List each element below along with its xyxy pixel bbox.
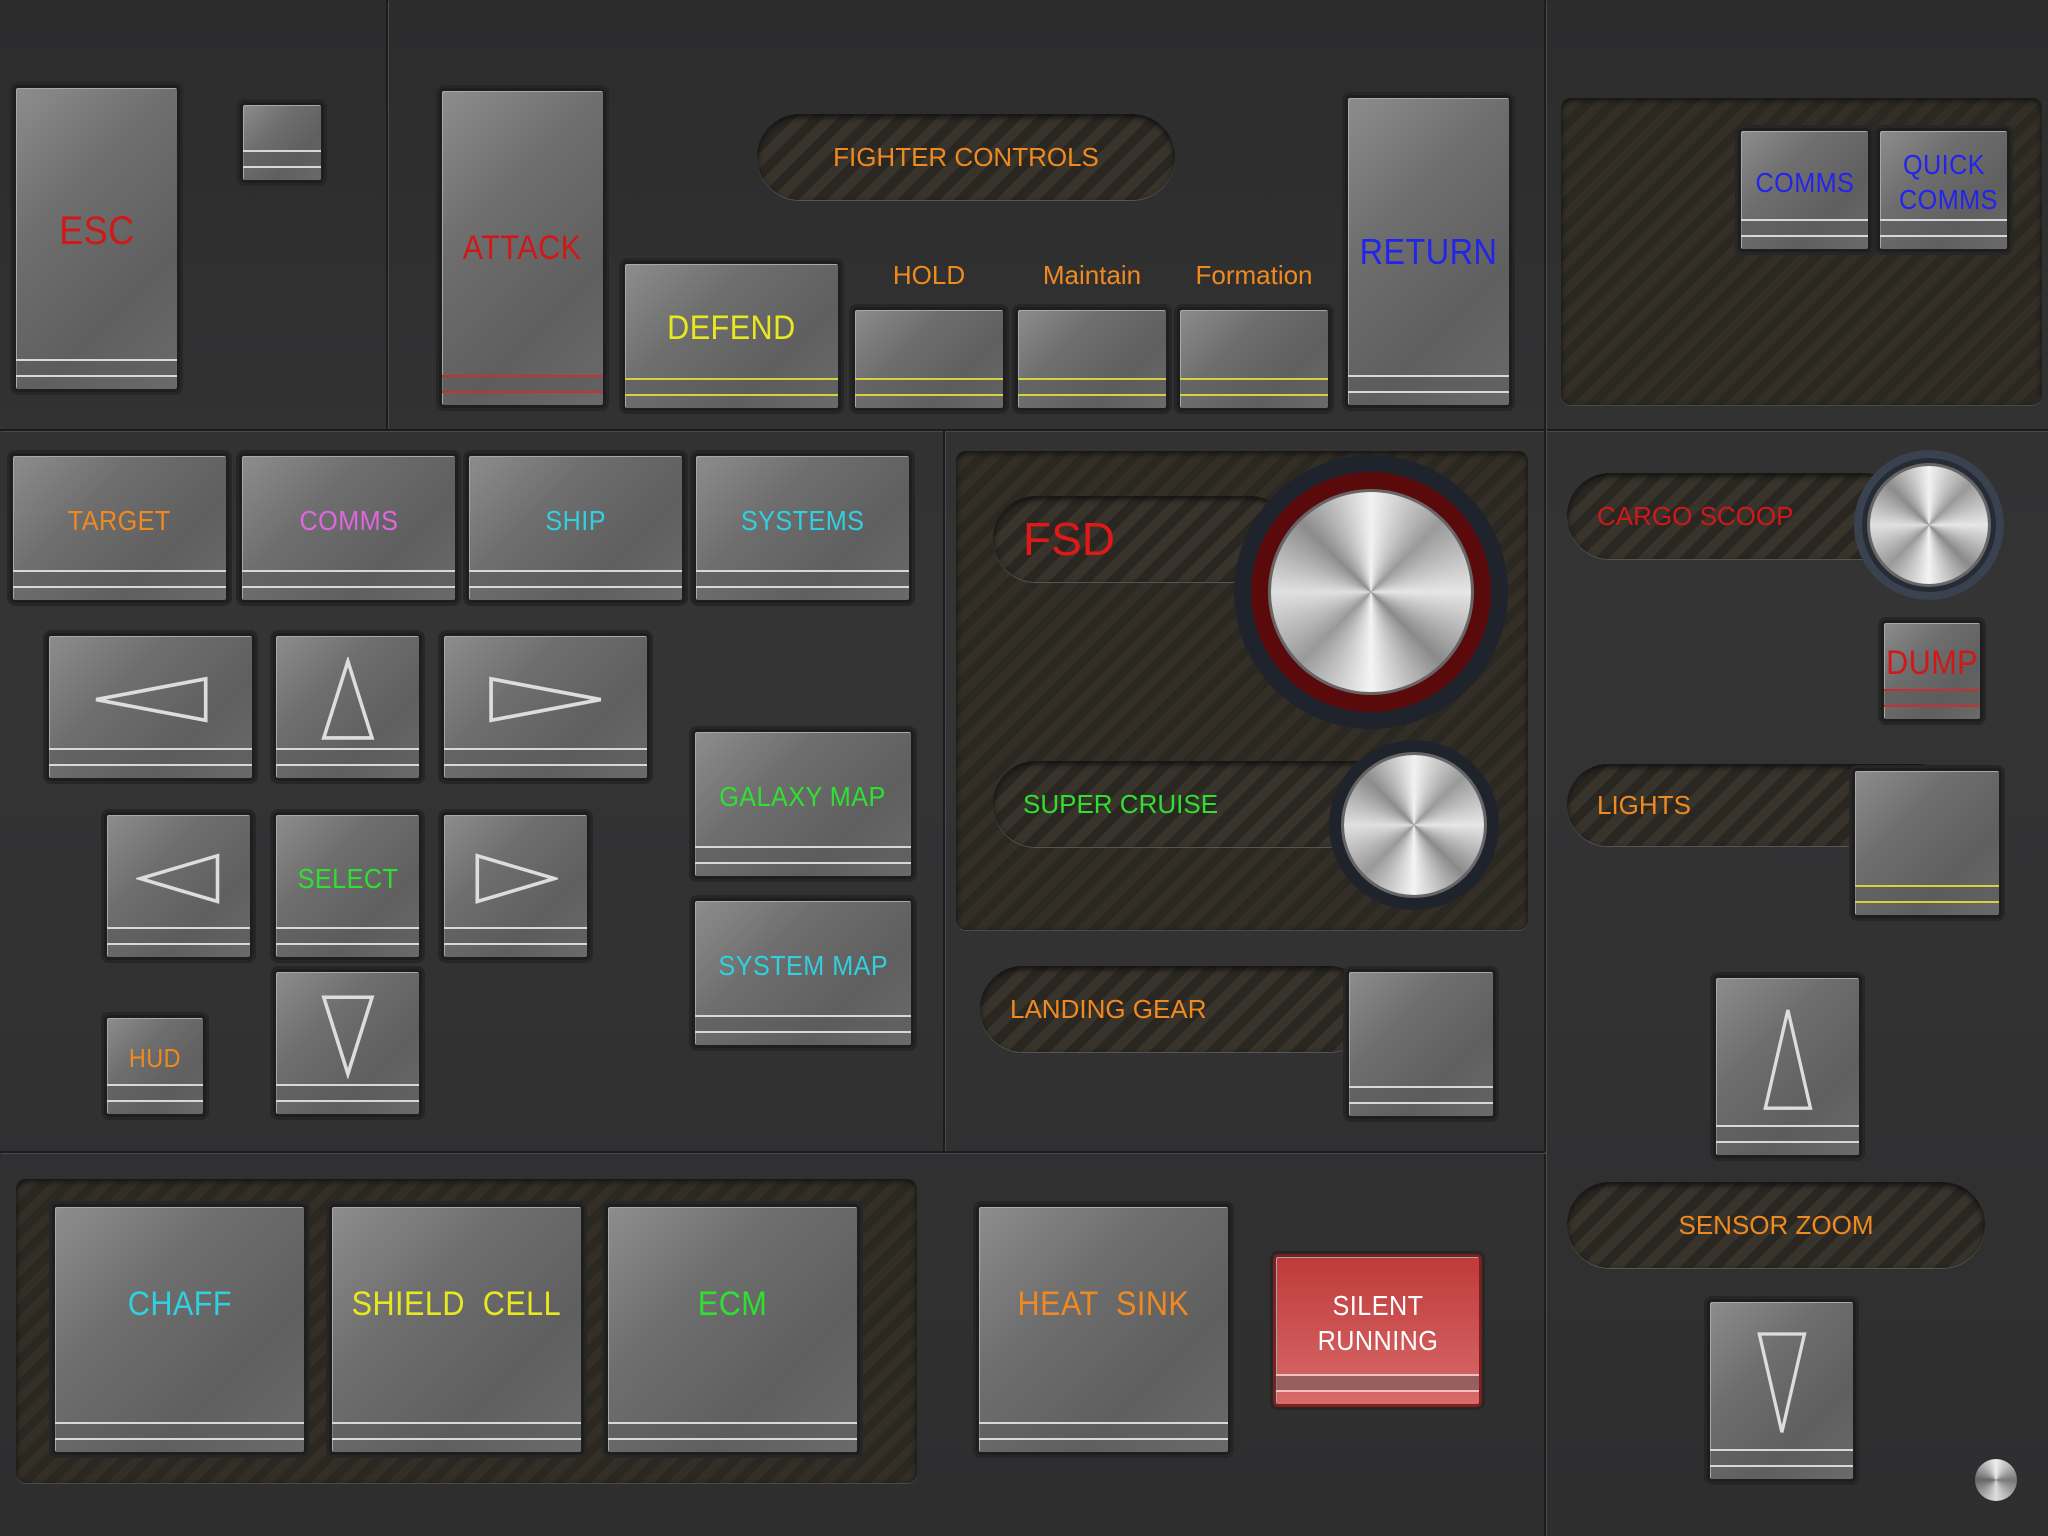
arrow-left-icon xyxy=(95,677,208,723)
esc-button[interactable]: ESC xyxy=(13,85,180,392)
esc-label: ESC xyxy=(58,208,135,253)
hud-button[interactable]: HUD xyxy=(104,1015,206,1117)
lights-button[interactable] xyxy=(1852,768,2002,918)
shield-cell-button[interactable]: SHIELD CELL xyxy=(329,1204,584,1455)
systems-label: SYSTEMS xyxy=(740,504,865,536)
tab-target[interactable]: TARGET xyxy=(10,453,229,603)
heat-sink-label: HEAT SINK xyxy=(1017,1285,1190,1324)
select-label: SELECT xyxy=(297,862,398,894)
next-tab-button[interactable] xyxy=(441,633,650,781)
ecm-button[interactable]: ECM xyxy=(605,1204,860,1455)
arrow-down-icon xyxy=(320,995,375,1079)
defend-label: DEFEND xyxy=(667,308,796,347)
landing-gear-button[interactable] xyxy=(1346,969,1496,1119)
cargo-scoop-knob[interactable] xyxy=(1854,450,2004,600)
target-label: TARGET xyxy=(67,504,172,536)
fsd-knob-cap xyxy=(1271,492,1471,692)
landing-gear-text: LANDING GEAR xyxy=(1010,993,1207,1024)
super-cruise-knob-cap xyxy=(1344,755,1484,895)
up-button[interactable] xyxy=(273,633,422,781)
cargo-scoop-text: CARGO SCOOP xyxy=(1597,500,1794,531)
fighter-controls-label: FIGHTER CONTROLS xyxy=(757,114,1175,200)
dump-label: DUMP xyxy=(1886,643,1978,682)
divider xyxy=(386,0,388,431)
heat-sink-button[interactable]: HEAT SINK xyxy=(976,1204,1231,1455)
arrow-right-icon xyxy=(475,853,559,905)
return-label: RETURN xyxy=(1359,231,1498,272)
dump-button[interactable]: DUMP xyxy=(1881,620,1983,722)
shield-cell-label: SHIELD CELL xyxy=(351,1285,562,1324)
hold-button[interactable] xyxy=(852,307,1006,411)
down-button[interactable] xyxy=(273,969,422,1117)
quick-comms-label: QUICK COMMS xyxy=(1898,149,1998,215)
blank-button[interactable] xyxy=(240,102,324,183)
arrow-up-icon xyxy=(320,657,375,741)
divider xyxy=(943,431,945,1152)
maintain-label: Maintain xyxy=(1042,260,1142,290)
cargo-scoop-knob-cap xyxy=(1870,466,1988,584)
divider xyxy=(0,429,2048,431)
hold-label: HOLD xyxy=(892,260,966,290)
defend-button[interactable]: DEFEND xyxy=(622,261,841,411)
galaxy-map-button[interactable]: GALAXY MAP xyxy=(692,729,914,879)
select-button[interactable]: SELECT xyxy=(273,812,422,960)
right-button[interactable] xyxy=(441,812,590,960)
ecm-label: ECM xyxy=(697,1285,768,1324)
formation-label: Formation xyxy=(1195,260,1313,290)
silent-running-label: SILENT RUNNING xyxy=(1317,1289,1438,1356)
galaxy-map-label: GALAXY MAP xyxy=(719,780,887,812)
fighter-controls-text: FIGHTER CONTROLS xyxy=(833,141,1099,172)
super-cruise-text: SUPER CRUISE xyxy=(1023,788,1219,819)
arrow-up-icon xyxy=(1762,1010,1813,1111)
comms-tab-label: COMMS xyxy=(299,504,398,536)
system-map-button[interactable]: SYSTEM MAP xyxy=(692,898,914,1048)
comms-button[interactable]: COMMS xyxy=(1738,128,1871,252)
left-button[interactable] xyxy=(104,812,253,960)
landing-gear-label: LANDING GEAR xyxy=(980,966,1372,1052)
prev-tab-button[interactable] xyxy=(46,633,255,781)
attack-button[interactable]: ATTACK xyxy=(439,88,606,408)
system-map-label: SYSTEM MAP xyxy=(718,949,888,981)
arrow-right-icon xyxy=(488,677,601,723)
chaff-label: CHAFF xyxy=(127,1285,232,1324)
formation-button[interactable] xyxy=(1177,307,1331,411)
fsd-text: FSD xyxy=(1023,513,1115,565)
attack-label: ATTACK xyxy=(463,228,582,267)
quick-comms-button[interactable]: QUICK COMMS xyxy=(1877,128,2010,252)
comms-label: COMMS xyxy=(1755,166,1854,198)
lights-text: LIGHTS xyxy=(1597,789,1691,820)
hud-label: HUD xyxy=(128,1042,182,1073)
return-button[interactable]: RETURN xyxy=(1345,95,1512,408)
tab-comms[interactable]: COMMS xyxy=(239,453,458,603)
sensor-zoom-out-button[interactable] xyxy=(1707,1299,1856,1482)
sensor-zoom-label: SENSOR ZOOM xyxy=(1567,1182,1985,1268)
divider xyxy=(1544,0,1546,1536)
super-cruise-knob[interactable] xyxy=(1329,740,1499,910)
maintain-button[interactable] xyxy=(1015,307,1169,411)
tab-ship[interactable]: SHIP xyxy=(466,453,685,603)
fsd-knob[interactable] xyxy=(1234,455,1508,729)
sensor-zoom-text: SENSOR ZOOM xyxy=(1678,1209,1874,1240)
arrow-down-icon xyxy=(1756,1332,1807,1433)
sensor-zoom-in-button[interactable] xyxy=(1713,975,1862,1158)
chaff-button[interactable]: CHAFF xyxy=(52,1204,307,1455)
divider xyxy=(0,1151,1545,1153)
tab-systems[interactable]: SYSTEMS xyxy=(693,453,912,603)
arrow-left-icon xyxy=(135,853,219,905)
silent-running-button[interactable]: SILENT RUNNING xyxy=(1273,1254,1482,1407)
ship-label: SHIP xyxy=(545,504,606,536)
settings-dot-icon[interactable] xyxy=(1975,1459,2017,1501)
